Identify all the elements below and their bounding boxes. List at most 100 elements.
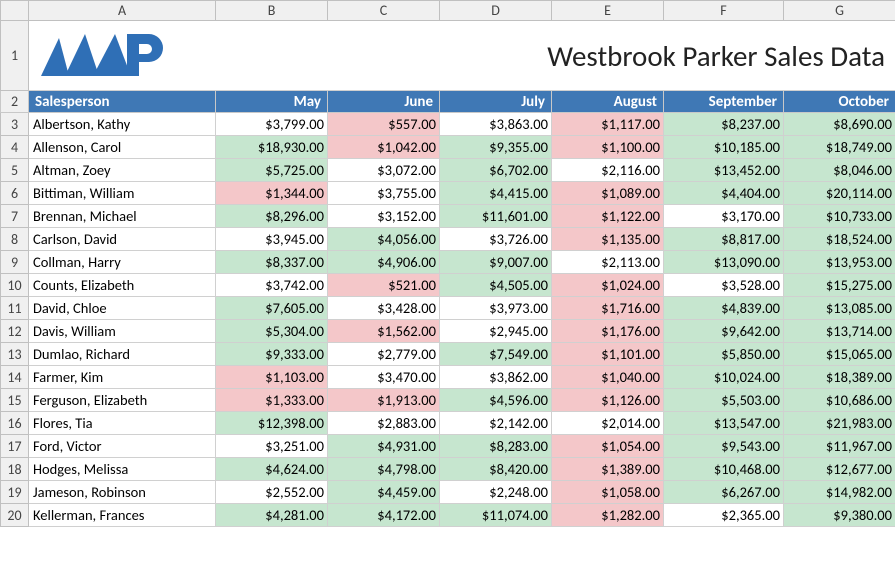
data-cell[interactable]: $10,185.00 <box>664 136 784 159</box>
data-cell[interactable]: $4,596.00 <box>440 389 552 412</box>
salesperson-cell[interactable]: Kellerman, Frances <box>29 504 216 527</box>
data-cell[interactable]: $3,170.00 <box>664 205 784 228</box>
data-cell[interactable]: $3,428.00 <box>328 297 440 320</box>
col-header-B[interactable]: B <box>216 1 328 21</box>
salesperson-cell[interactable]: Jameson, Robinson <box>29 481 216 504</box>
salesperson-cell[interactable]: Davis, William <box>29 320 216 343</box>
data-cell[interactable]: $8,046.00 <box>784 159 895 182</box>
data-cell[interactable]: $3,862.00 <box>440 366 552 389</box>
data-cell[interactable]: $4,459.00 <box>328 481 440 504</box>
data-cell[interactable]: $4,505.00 <box>440 274 552 297</box>
data-cell[interactable]: $2,883.00 <box>328 412 440 435</box>
col-header-A[interactable]: A <box>29 1 216 21</box>
row-header-7[interactable]: 7 <box>1 205 29 228</box>
data-cell[interactable]: $1,040.00 <box>552 366 664 389</box>
data-cell[interactable]: $13,090.00 <box>664 251 784 274</box>
row-header-11[interactable]: 11 <box>1 297 29 320</box>
data-cell[interactable]: $8,283.00 <box>440 435 552 458</box>
data-cell[interactable]: $1,054.00 <box>552 435 664 458</box>
data-cell[interactable]: $1,333.00 <box>216 389 328 412</box>
data-cell[interactable]: $1,103.00 <box>216 366 328 389</box>
data-cell[interactable]: $521.00 <box>328 274 440 297</box>
header-august[interactable]: August <box>552 91 664 113</box>
header-july[interactable]: July <box>440 91 552 113</box>
salesperson-cell[interactable]: Allenson, Carol <box>29 136 216 159</box>
data-cell[interactable]: $6,267.00 <box>664 481 784 504</box>
salesperson-cell[interactable]: Brennan, Michael <box>29 205 216 228</box>
data-cell[interactable]: $5,503.00 <box>664 389 784 412</box>
data-cell[interactable]: $1,176.00 <box>552 320 664 343</box>
col-header-C[interactable]: C <box>328 1 440 21</box>
data-cell[interactable]: $1,042.00 <box>328 136 440 159</box>
data-cell[interactable]: $11,967.00 <box>784 435 895 458</box>
row-header-17[interactable]: 17 <box>1 435 29 458</box>
header-september[interactable]: September <box>664 91 784 113</box>
header-october[interactable]: October <box>784 91 895 113</box>
salesperson-cell[interactable]: Ford, Victor <box>29 435 216 458</box>
data-cell[interactable]: $18,749.00 <box>784 136 895 159</box>
row-header-2[interactable]: 2 <box>1 91 29 113</box>
data-cell[interactable]: $3,072.00 <box>328 159 440 182</box>
data-cell[interactable]: $9,642.00 <box>664 320 784 343</box>
data-cell[interactable]: $18,524.00 <box>784 228 895 251</box>
row-header-1[interactable]: 1 <box>1 21 29 91</box>
data-cell[interactable]: $12,398.00 <box>216 412 328 435</box>
data-cell[interactable]: $13,714.00 <box>784 320 895 343</box>
data-cell[interactable]: $4,056.00 <box>328 228 440 251</box>
salesperson-cell[interactable]: Carlson, David <box>29 228 216 251</box>
header-june[interactable]: June <box>328 91 440 113</box>
data-cell[interactable]: $8,420.00 <box>440 458 552 481</box>
data-cell[interactable]: $1,562.00 <box>328 320 440 343</box>
data-cell[interactable]: $3,470.00 <box>328 366 440 389</box>
data-cell[interactable]: $6,702.00 <box>440 159 552 182</box>
data-cell[interactable]: $18,930.00 <box>216 136 328 159</box>
data-cell[interactable]: $10,468.00 <box>664 458 784 481</box>
data-cell[interactable]: $1,058.00 <box>552 481 664 504</box>
data-cell[interactable]: $8,296.00 <box>216 205 328 228</box>
data-cell[interactable]: $10,733.00 <box>784 205 895 228</box>
data-cell[interactable]: $1,716.00 <box>552 297 664 320</box>
salesperson-cell[interactable]: Albertson, Kathy <box>29 113 216 136</box>
row-header-8[interactable]: 8 <box>1 228 29 251</box>
col-header-D[interactable]: D <box>440 1 552 21</box>
data-cell[interactable]: $11,074.00 <box>440 504 552 527</box>
data-cell[interactable]: $3,742.00 <box>216 274 328 297</box>
col-header-F[interactable]: F <box>664 1 784 21</box>
row-header-9[interactable]: 9 <box>1 251 29 274</box>
salesperson-cell[interactable]: Dumlao, Richard <box>29 343 216 366</box>
data-cell[interactable]: $8,690.00 <box>784 113 895 136</box>
data-cell[interactable]: $3,799.00 <box>216 113 328 136</box>
row-header-5[interactable]: 5 <box>1 159 29 182</box>
data-cell[interactable]: $1,126.00 <box>552 389 664 412</box>
data-cell[interactable]: $3,251.00 <box>216 435 328 458</box>
row-header-6[interactable]: 6 <box>1 182 29 205</box>
data-cell[interactable]: $2,014.00 <box>552 412 664 435</box>
data-cell[interactable]: $9,333.00 <box>216 343 328 366</box>
data-cell[interactable]: $1,913.00 <box>328 389 440 412</box>
row-header-3[interactable]: 3 <box>1 113 29 136</box>
data-cell[interactable]: $13,085.00 <box>784 297 895 320</box>
data-cell[interactable]: $14,982.00 <box>784 481 895 504</box>
data-cell[interactable]: $1,089.00 <box>552 182 664 205</box>
data-cell[interactable]: $4,281.00 <box>216 504 328 527</box>
data-cell[interactable]: $2,116.00 <box>552 159 664 182</box>
data-cell[interactable]: $4,906.00 <box>328 251 440 274</box>
data-cell[interactable]: $9,007.00 <box>440 251 552 274</box>
data-cell[interactable]: $4,404.00 <box>664 182 784 205</box>
salesperson-cell[interactable]: Counts, Elizabeth <box>29 274 216 297</box>
data-cell[interactable]: $3,863.00 <box>440 113 552 136</box>
row-header-4[interactable]: 4 <box>1 136 29 159</box>
data-cell[interactable]: $5,725.00 <box>216 159 328 182</box>
data-cell[interactable]: $4,798.00 <box>328 458 440 481</box>
data-cell[interactable]: $9,355.00 <box>440 136 552 159</box>
salesperson-cell[interactable]: Hodges, Melissa <box>29 458 216 481</box>
data-cell[interactable]: $3,726.00 <box>440 228 552 251</box>
row-header-19[interactable]: 19 <box>1 481 29 504</box>
salesperson-cell[interactable]: David, Chloe <box>29 297 216 320</box>
data-cell[interactable]: $2,365.00 <box>664 504 784 527</box>
col-header-G[interactable]: G <box>784 1 895 21</box>
data-cell[interactable]: $1,117.00 <box>552 113 664 136</box>
data-cell[interactable]: $13,452.00 <box>664 159 784 182</box>
data-cell[interactable]: $5,850.00 <box>664 343 784 366</box>
salesperson-cell[interactable]: Farmer, Kim <box>29 366 216 389</box>
